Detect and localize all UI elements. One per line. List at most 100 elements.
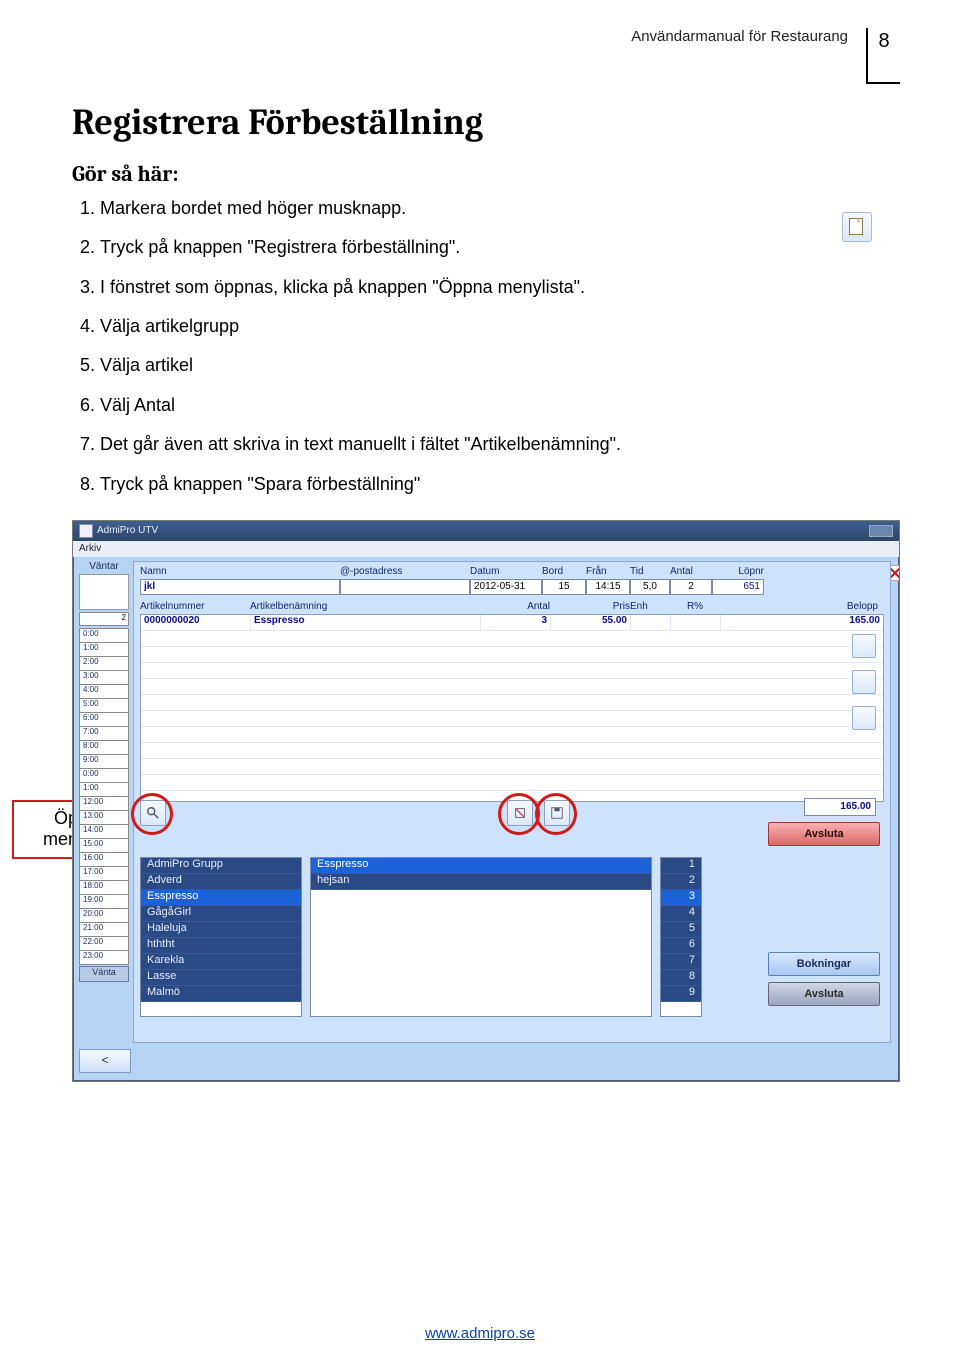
side-icon-3[interactable] [852, 706, 876, 730]
col2-r: R% [670, 601, 720, 612]
time-slot[interactable]: 6:00 [79, 712, 129, 727]
vantar-box [79, 574, 129, 610]
val-antal[interactable]: 2 [670, 579, 712, 595]
list-item[interactable]: Malmö [141, 986, 301, 1002]
avsluta-button-grey[interactable]: Avsluta [768, 982, 880, 1006]
time-slot[interactable]: 1:00 [79, 642, 129, 657]
time-slot[interactable]: 12:00 [79, 796, 129, 811]
grid-row-1[interactable]: 0000000020 Esspresso 3 55.00 165.00 [141, 615, 883, 631]
step-6: Välj Antal [100, 392, 900, 419]
col-antal: Antal [670, 566, 712, 577]
col-lopnr: Löpnr [712, 566, 764, 577]
list-item[interactable]: Adverd [141, 874, 301, 890]
col-epost: @-postadress [340, 566, 470, 577]
step-4: Välja artikelgrupp [100, 313, 900, 340]
list-item[interactable]: AdmiPro Grupp [141, 858, 301, 874]
val-tid[interactable]: 5,0 [630, 579, 670, 595]
val-epost[interactable] [340, 579, 470, 595]
val-namn[interactable]: jkl [140, 579, 340, 595]
group-list[interactable]: AdmiPro GruppAdverdEsspressoGågåGirlHale… [140, 857, 302, 1017]
total-amount: 165.00 [804, 798, 876, 816]
avsluta-button-red[interactable]: Avsluta [768, 822, 880, 846]
list-item[interactable]: 8 [661, 970, 701, 986]
time-slot[interactable]: 3:00 [79, 670, 129, 685]
list-item[interactable]: 2 [661, 874, 701, 890]
list-item[interactable]: Haleluja [141, 922, 301, 938]
list-item[interactable]: 6 [661, 938, 701, 954]
time-slot[interactable]: 5:00 [79, 698, 129, 713]
list-item[interactable]: Esspresso [141, 890, 301, 906]
col2-belopp: Belopp [720, 601, 884, 612]
time-slot[interactable]: 2:00 [79, 656, 129, 671]
item-list[interactable]: Esspressohejsan [310, 857, 652, 1017]
time-slot[interactable]: 0:00 [79, 768, 129, 783]
list-item[interactable]: 7 [661, 954, 701, 970]
step-3: I fönstret som öppnas, klicka på knappen… [100, 274, 900, 301]
val-datum[interactable]: 2012-05-31 [470, 579, 542, 595]
list-item[interactable]: 9 [661, 986, 701, 1002]
titlebar-control-icon[interactable] [869, 525, 893, 537]
list-item[interactable]: 5 [661, 922, 701, 938]
bokningar-button[interactable]: Bokningar [768, 952, 880, 976]
step-8: Tryck på knappen "Spara förbeställning" [100, 471, 900, 498]
time-slot[interactable]: 0:00 [79, 628, 129, 643]
app-icon [79, 524, 93, 538]
time-slot[interactable]: 17:00 [79, 866, 129, 881]
manual-header: Användarmanual för Restaurang [72, 28, 866, 45]
subtitle: Gör så här: [72, 161, 900, 187]
save-preorder-button[interactable] [544, 800, 570, 826]
val-fran[interactable]: 14:15 [586, 579, 630, 595]
vanta-button[interactable]: Vänta [79, 966, 129, 982]
back-button[interactable]: < [79, 1049, 131, 1073]
qty-list[interactable]: 123456789 [660, 857, 702, 1017]
col2-enh: Enh [630, 601, 670, 612]
list-item[interactable]: 4 [661, 906, 701, 922]
time-slot[interactable]: 13:00 [79, 810, 129, 825]
col2-artnr: Artikelnummer [140, 601, 250, 612]
clear-form-button[interactable] [507, 800, 533, 826]
time-slot[interactable]: 22:00 [79, 936, 129, 951]
list-item[interactable]: Karekla [141, 954, 301, 970]
val-bord[interactable]: 15 [542, 579, 586, 595]
time-slot[interactable]: 20:00 [79, 908, 129, 923]
side-icon-2[interactable] [852, 670, 876, 694]
time-slot[interactable]: 14:00 [79, 824, 129, 839]
open-menulist-button[interactable] [140, 800, 166, 826]
list-item[interactable]: 1 [661, 858, 701, 874]
col-namn: Namn [140, 566, 340, 577]
list-item[interactable]: hththt [141, 938, 301, 954]
time-slot[interactable]: 1:00 [79, 782, 129, 797]
time-slot[interactable]: 15:00 [79, 838, 129, 853]
list-item[interactable]: GågåGirl [141, 906, 301, 922]
col2-pris: Pris [550, 601, 630, 612]
list-item[interactable]: Esspresso [311, 858, 651, 874]
list-item[interactable]: 3 [661, 890, 701, 906]
col-fran: Från [586, 566, 630, 577]
col2-ben: Artikelbenämning [250, 601, 480, 612]
app-title: AdmiPro UTV [97, 525, 158, 536]
vantar-label: Väntar [79, 561, 129, 572]
col-datum: Datum [470, 566, 542, 577]
step-2: Tryck på knappen "Registrera förbeställn… [100, 234, 900, 261]
time-slot[interactable]: 7:00 [79, 726, 129, 741]
list-item[interactable]: Lasse [141, 970, 301, 986]
col-bord: Bord [542, 566, 586, 577]
time-slot[interactable]: 9:00 [79, 754, 129, 769]
article-grid[interactable]: 0000000020 Esspresso 3 55.00 165.00 [140, 614, 884, 802]
menu-arkiv[interactable]: Arkiv [79, 543, 101, 554]
time-slot[interactable]: 18:00 [79, 880, 129, 895]
footer-link[interactable]: www.admipro.se [425, 1325, 535, 1342]
time-slot[interactable]: 16:00 [79, 852, 129, 867]
time-slot[interactable]: 8:00 [79, 740, 129, 755]
step-5: Välja artikel [100, 352, 900, 379]
side-icon-1[interactable] [852, 634, 876, 658]
time-slot[interactable]: 23:00 [79, 950, 129, 965]
step-1: Markera bordet med höger musknapp. [100, 195, 900, 222]
footer: www.admipro.se [0, 1325, 960, 1342]
list-item[interactable]: hejsan [311, 874, 651, 890]
app-screenshot: AdmiPro UTV Arkiv 651 31 Väntar 2 0:001:… [72, 520, 900, 1082]
time-slot[interactable]: 4:00 [79, 684, 129, 699]
time-slot[interactable]: 19:00 [79, 894, 129, 909]
page-title: Registrera Förbeställning [72, 102, 900, 143]
time-slot[interactable]: 21:00 [79, 922, 129, 937]
